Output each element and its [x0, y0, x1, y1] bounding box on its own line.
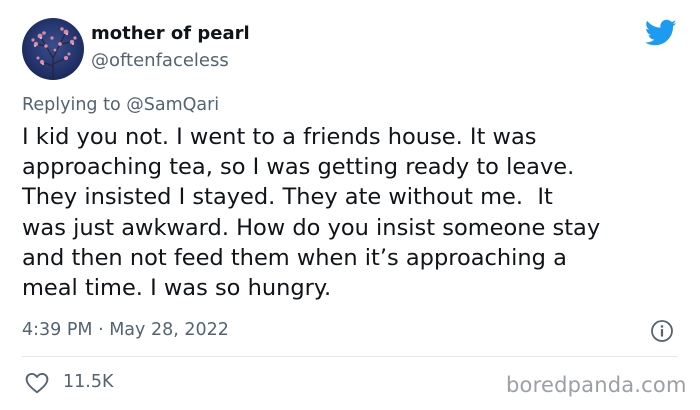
reply-mention-link[interactable]: @SamQari [126, 95, 219, 115]
author-display-name[interactable]: mother of pearl [91, 23, 250, 44]
heart-icon[interactable] [25, 372, 49, 394]
watermark: boredpanda.com [506, 373, 687, 397]
tweet-text: I kid you not. I went to a friends house… [22, 124, 601, 302]
heart-icon-svg [25, 372, 49, 394]
like-count[interactable]: 11.5K [63, 372, 113, 392]
info-icon[interactable] [650, 319, 674, 343]
twitter-bird-svg [644, 19, 677, 46]
author-handle[interactable]: @oftenfaceless [91, 50, 229, 71]
replying-to-prefix: Replying to [22, 95, 127, 115]
avatar[interactable] [22, 18, 84, 80]
info-icon-svg [651, 320, 673, 342]
tweet-card: mother of pearl @oftenfaceless Replying … [0, 0, 700, 410]
replying-to: Replying to @SamQari [22, 95, 219, 115]
tweet-timestamp[interactable]: 4:39 PM · May 28, 2022 [22, 320, 229, 340]
twitter-bird-icon[interactable] [644, 19, 677, 47]
divider [22, 356, 678, 357]
avatar-image [22, 18, 84, 80]
